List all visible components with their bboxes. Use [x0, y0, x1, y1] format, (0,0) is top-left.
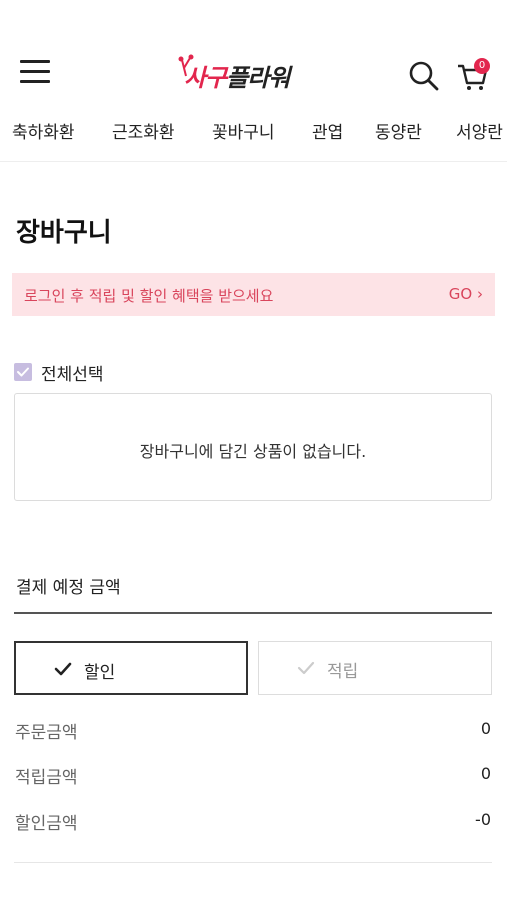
- nav-item-flower-basket[interactable]: 꽃바구니: [212, 118, 275, 143]
- cart-count-badge: 0: [474, 58, 490, 74]
- cart-items-container: 장바구니에 담긴 상품이 없습니다.: [14, 393, 492, 501]
- category-nav: 축하화환 근조화환 꽃바구니 관엽 동양란 서양란: [0, 112, 507, 162]
- order-amount-value: 0: [480, 719, 491, 738]
- search-icon: [409, 61, 439, 91]
- discount-amount-label: 할인금액: [15, 814, 78, 834]
- check-icon: [17, 367, 29, 377]
- search-button[interactable]: [408, 60, 440, 92]
- select-all-label: 전체선택: [41, 365, 104, 385]
- logo-text-dark: 플라워: [226, 64, 290, 92]
- bottom-divider: [14, 862, 492, 863]
- nav-item-western-orchid[interactable]: 서양란: [456, 118, 503, 143]
- discount-amount-value: -0: [475, 810, 491, 829]
- check-icon: [54, 662, 72, 676]
- tab-points-label: 적립: [327, 662, 359, 682]
- header: 사구플라워 0: [0, 0, 507, 110]
- logo-text: 사구플라워: [184, 58, 290, 93]
- login-benefit-banner[interactable]: 로그인 후 적립 및 할인 혜택을 받으세요 GO ›: [12, 273, 495, 316]
- nav-item-foliage-plant[interactable]: 관엽: [312, 118, 343, 143]
- nav-item-celebration-wreath[interactable]: 축하화환: [12, 118, 75, 143]
- nav-item-oriental-orchid[interactable]: 동양란: [375, 118, 422, 143]
- cart-button[interactable]: 0: [456, 58, 492, 92]
- tab-points[interactable]: 적립: [258, 641, 492, 695]
- select-all-checkbox[interactable]: [14, 363, 32, 381]
- empty-cart-message: 장바구니에 담긴 상품이 없습니다.: [139, 442, 367, 461]
- logo-text-red: 사구: [184, 64, 227, 92]
- hamburger-menu-icon[interactable]: [20, 60, 50, 84]
- points-amount-label: 적립금액: [15, 768, 78, 788]
- payment-divider: [14, 612, 492, 614]
- nav-item-funeral-wreath[interactable]: 근조화환: [112, 118, 175, 143]
- login-benefit-text: 로그인 후 적립 및 할인 혜택을 받으세요: [24, 287, 274, 305]
- payment-section-title: 결제 예정 금액: [16, 578, 121, 598]
- login-go-link[interactable]: GO ›: [449, 285, 483, 303]
- check-icon: [297, 661, 315, 675]
- logo[interactable]: 사구플라워: [176, 54, 332, 94]
- page-title: 장바구니: [16, 218, 112, 248]
- tab-discount[interactable]: 할인: [14, 641, 248, 695]
- points-amount-value: 0: [480, 764, 491, 783]
- order-amount-label: 주문금액: [15, 723, 78, 743]
- tab-discount-label: 할인: [84, 663, 116, 683]
